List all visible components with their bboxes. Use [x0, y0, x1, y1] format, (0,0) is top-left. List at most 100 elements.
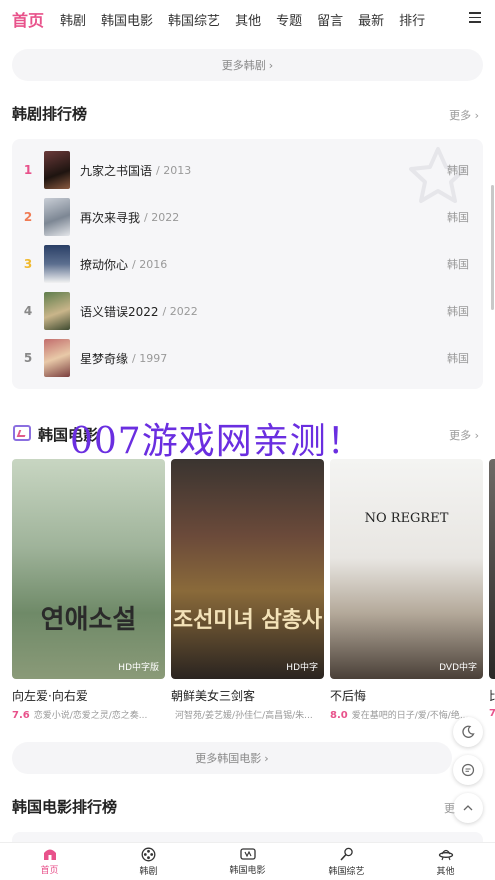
nav-ranking[interactable]: 排行 [399, 10, 425, 29]
nav-topics[interactable]: 专题 [276, 10, 302, 29]
rank-number: 4 [23, 304, 33, 318]
back-to-top-button[interactable] [453, 793, 483, 823]
tab-label: 韩国电影 [229, 866, 266, 876]
drama-year: / 2013 [156, 163, 192, 177]
movie-card[interactable]: 조선미녀 삼총사 HD中字 朝鲜美女三剑客 河智苑/姜艺媛/孙佳仁/高昌锡/朱.… [171, 459, 324, 721]
tab-label: 韩剧 [139, 866, 158, 877]
movie-score: 7 [489, 708, 495, 719]
drama-year: / 2022 [144, 210, 180, 224]
rank-row[interactable]: 2 再次来寻我 / 2022 韩国 [12, 197, 483, 237]
rank-number: 2 [23, 210, 33, 224]
tv-icon [239, 848, 256, 860]
movie-cast: 恋爱小说/恋爱之灵/恋之奏... [33, 711, 148, 721]
movie-poster[interactable]: NO REGRET DVD中字 [330, 459, 483, 679]
drama-region: 韩国 [447, 258, 469, 271]
poster-title: 연애소설 [40, 605, 137, 635]
drama-name: 再次来寻我 [80, 210, 141, 225]
rank-row[interactable]: 5 星梦奇缘 / 1997 韩国 [12, 338, 483, 378]
poster-title: NO REGRET [364, 511, 449, 526]
movie-title: 向左爱·向右爱 [12, 689, 88, 703]
drama-thumbnail[interactable] [44, 198, 70, 236]
drama-region: 韩国 [447, 305, 469, 318]
drama-thumbnail[interactable] [44, 292, 70, 330]
menu-icon[interactable] [469, 12, 481, 24]
drama-rank-more-link[interactable]: 更多 › [449, 107, 479, 123]
rank-number: 1 [23, 163, 33, 177]
microphone-icon [340, 847, 353, 861]
drama-thumbnail[interactable] [44, 245, 70, 283]
drama-region: 韩国 [447, 164, 469, 177]
drama-year: / 1997 [132, 351, 168, 365]
drama-name: 九家之书国语 [80, 163, 153, 178]
message-button[interactable] [453, 755, 483, 785]
nav-movies[interactable]: 韩国电影 [101, 10, 153, 29]
more-drama-button[interactable]: 更多韩剧 › [12, 49, 483, 81]
tab-label: 其他 [436, 866, 455, 877]
tab-drama[interactable]: 韩剧 [99, 843, 198, 880]
tab-movies[interactable]: 韩国电影 [198, 843, 297, 880]
tab-other[interactable]: 其他 [396, 843, 495, 880]
bottom-tab-bar: 首页 韩剧 韩国电影 韩国综艺 其他 [0, 842, 495, 880]
rank-row[interactable]: 1 九家之书国语 / 2013 韩国 [12, 150, 483, 190]
drama-year: / 2016 [132, 257, 168, 271]
movie-poster[interactable]: 연애소설 HD中字版 [12, 459, 165, 679]
movie-cast: 爱在基吧的日子/爱/不悔/绝... [351, 711, 469, 721]
movie-card[interactable]: 比 7 [489, 459, 495, 719]
movie-info: 7 [489, 708, 495, 719]
top-nav: 首页 韩剧 韩国电影 韩国综艺 其他 专题 留言 最新 排行 [0, 0, 495, 38]
movie-poster[interactable]: 조선미녀 삼총사 HD中字 [171, 459, 324, 679]
drama-name: 星梦奇缘 [80, 351, 129, 366]
movie-info: 7.6 恋爱小说/恋爱之灵/恋之奏... [12, 708, 165, 721]
movie-cast: 河智苑/姜艺媛/孙佳仁/高昌锡/朱... [175, 711, 313, 721]
quality-badge: HD中字 [286, 663, 318, 673]
rank-number: 3 [23, 257, 33, 271]
movie-rank-title: 韩国电影排行榜 [12, 798, 118, 816]
quality-badge: DVD中字 [439, 663, 477, 673]
nav-drama[interactable]: 韩剧 [60, 10, 86, 29]
movie-card[interactable]: NO REGRET DVD中字 不后悔 8.0 爱在基吧的日子/爱/不悔/绝... [330, 459, 483, 721]
drama-thumbnail[interactable] [44, 151, 70, 189]
ufo-icon [438, 849, 453, 860]
drama-region: 韩国 [447, 352, 469, 365]
more-label: 更多 [449, 109, 472, 122]
chat-icon [461, 763, 475, 777]
drama-region: 韩国 [447, 211, 469, 224]
tab-variety[interactable]: 韩国综艺 [297, 843, 396, 880]
rank-number: 5 [23, 351, 33, 365]
movie-rank-more-link[interactable]: 更 [444, 800, 455, 816]
quality-badge: HD中字版 [118, 663, 159, 673]
chevron-right-icon: › [264, 751, 269, 765]
nav-latest[interactable]: 最新 [358, 10, 384, 29]
movie-poster[interactable] [489, 459, 495, 679]
nav-variety[interactable]: 韩国综艺 [168, 10, 220, 29]
nav-home[interactable]: 首页 [12, 7, 44, 31]
tab-label: 韩国综艺 [328, 866, 365, 877]
drama-name: 语义错误2022 [80, 304, 159, 319]
drama-year: / 2022 [162, 304, 198, 318]
rank-row[interactable]: 3 撩动你心 / 2016 韩国 [12, 244, 483, 284]
nav-other[interactable]: 其他 [235, 10, 261, 29]
watermark-text: 007游戏网亲测！ [70, 421, 364, 462]
movie-title: 比 [489, 687, 495, 704]
movie-info: 河智苑/姜艺媛/孙佳仁/高昌锡/朱... [171, 708, 324, 721]
tab-label: 首页 [40, 866, 59, 876]
home-icon [43, 849, 56, 860]
poster-title: 조선미녀 삼총사 [172, 608, 323, 633]
movie-title: 朝鲜美女三剑客 [171, 689, 256, 703]
rank-row[interactable]: 4 语义错误2022 / 2022 韩国 [12, 291, 483, 331]
movie-card[interactable]: 연애소설 HD中字版 向左爱·向右爱 7.6 恋爱小说/恋爱之灵/恋之奏... [12, 459, 165, 721]
tab-home[interactable]: 首页 [0, 843, 99, 880]
nav-messages[interactable]: 留言 [317, 10, 343, 29]
scrollbar[interactable] [491, 185, 494, 310]
more-movies-button[interactable]: 更多韩国电影 › [12, 742, 452, 774]
drama-rank-card: 1 九家之书国语 / 2013 韩国 2 再次来寻我 / 2022 韩国 3 撩… [12, 139, 483, 389]
chevron-up-icon [463, 805, 473, 811]
dark-mode-button[interactable] [453, 717, 483, 747]
more-drama-label: 更多韩剧 [221, 59, 266, 72]
movies-more-link[interactable]: 更多 › [449, 427, 479, 443]
drama-rank-title: 韩剧排行榜 [12, 105, 88, 123]
drama-thumbnail[interactable] [44, 339, 70, 377]
moon-icon [462, 725, 475, 738]
movie-title: 不后悔 [330, 689, 367, 703]
movie-carousel[interactable]: 연애소설 HD中字版 向左爱·向右爱 7.6 恋爱小说/恋爱之灵/恋之奏... 조… [12, 459, 495, 729]
